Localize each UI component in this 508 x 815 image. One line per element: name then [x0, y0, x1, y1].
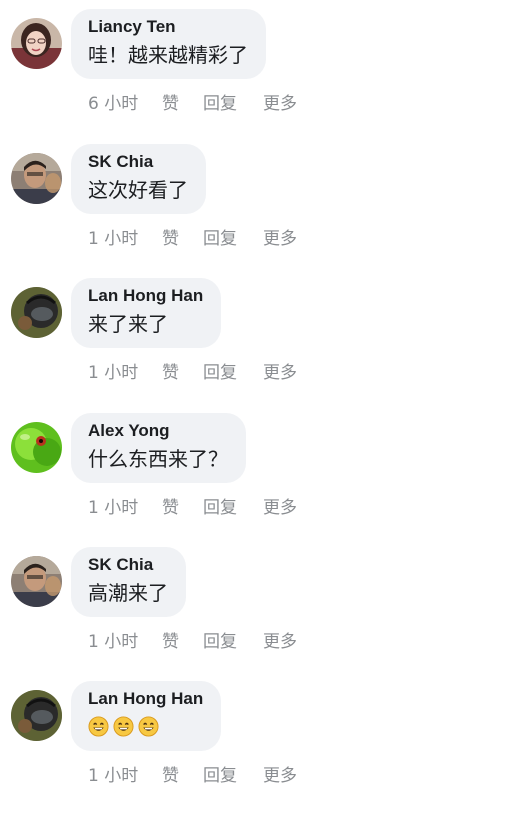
- grinning-face-icon: [138, 716, 159, 737]
- comment-author[interactable]: Lan Hong Han: [88, 688, 203, 710]
- comment-item: Liancy Ten 哇！越来越精彩了 6 小时 赞 回复 更多: [0, 9, 508, 143]
- avatar[interactable]: [11, 153, 62, 204]
- helmet-rider-avatar: [11, 287, 62, 338]
- comment-author[interactable]: Lan Hong Han: [88, 285, 203, 307]
- more-button[interactable]: 更多: [263, 92, 297, 116]
- comment-bubble: Lan Hong Han: [71, 681, 222, 751]
- comment-bubble: SK Chia 高潮来了: [71, 547, 186, 617]
- man-portrait-avatar: [11, 556, 62, 607]
- comment-bubble: SK Chia 这次好看了: [71, 144, 206, 214]
- comment-item: SK Chia 这次好看了 1 小时 赞 回复 更多: [0, 144, 508, 278]
- comment-author[interactable]: SK Chia: [88, 151, 188, 173]
- like-button[interactable]: 赞: [162, 227, 179, 251]
- avatar[interactable]: [11, 556, 62, 607]
- comment-bubble: Lan Hong Han 来了来了: [71, 278, 222, 348]
- comment-timestamp[interactable]: 1 小时: [88, 630, 138, 654]
- reply-button[interactable]: 回复: [203, 496, 237, 520]
- more-button[interactable]: 更多: [263, 361, 297, 385]
- more-button[interactable]: 更多: [263, 764, 297, 788]
- comment-bubble: Alex Yong 什么东西来了？: [71, 413, 246, 483]
- reply-button[interactable]: 回复: [203, 361, 237, 385]
- comment-text: 来了来了: [88, 312, 168, 336]
- comment-text: 哇！越来越精彩了: [88, 43, 248, 67]
- comment-timestamp[interactable]: 1 小时: [88, 361, 138, 385]
- comment-text: 这次好看了: [88, 178, 188, 202]
- avatar[interactable]: [11, 287, 62, 338]
- comment-text: 高潮来了: [88, 581, 168, 605]
- comment-item: Lan Hong Han 1 小时 赞 回复 更多: [0, 681, 508, 815]
- like-button[interactable]: 赞: [162, 361, 179, 385]
- woman-portrait-avatar: [11, 18, 62, 69]
- like-button[interactable]: 赞: [162, 92, 179, 116]
- comment-timestamp[interactable]: 1 小时: [88, 764, 138, 788]
- like-button[interactable]: 赞: [162, 496, 179, 520]
- comment-author[interactable]: Liancy Ten: [88, 16, 248, 38]
- avatar[interactable]: [11, 690, 62, 741]
- more-button[interactable]: 更多: [263, 227, 297, 251]
- reply-button[interactable]: 回复: [203, 630, 237, 654]
- avatar[interactable]: [11, 422, 62, 473]
- reply-button[interactable]: 回复: [203, 227, 237, 251]
- like-button[interactable]: 赞: [162, 764, 179, 788]
- helmet-rider-avatar: [11, 690, 62, 741]
- comment-timestamp[interactable]: 1 小时: [88, 227, 138, 251]
- comment-item: SK Chia 高潮来了 1 小时 赞 回复 更多: [0, 547, 508, 681]
- reply-button[interactable]: 回复: [203, 764, 237, 788]
- comment-timestamp[interactable]: 6 小时: [88, 92, 138, 116]
- comment-item: Lan Hong Han 来了来了 1 小时 赞 回复 更多: [0, 278, 508, 412]
- man-portrait-avatar: [11, 153, 62, 204]
- like-button[interactable]: 赞: [162, 630, 179, 654]
- comment-text: [88, 713, 203, 741]
- avatar[interactable]: [11, 18, 62, 69]
- comment-timestamp[interactable]: 1 小时: [88, 496, 138, 520]
- more-button[interactable]: 更多: [263, 630, 297, 654]
- more-button[interactable]: 更多: [263, 496, 297, 520]
- comment-author[interactable]: SK Chia: [88, 554, 168, 576]
- comment-text: 什么东西来了？: [88, 447, 228, 471]
- comment-author[interactable]: Alex Yong: [88, 420, 228, 442]
- comment-item: Alex Yong 什么东西来了？ 1 小时 赞 回复 更多: [0, 413, 508, 547]
- comment-bubble: Liancy Ten 哇！越来越精彩了: [71, 9, 266, 79]
- green-frog-avatar: [11, 422, 62, 473]
- grinning-face-icon: [88, 716, 109, 737]
- reply-button[interactable]: 回复: [203, 92, 237, 116]
- grinning-face-icon: [113, 716, 134, 737]
